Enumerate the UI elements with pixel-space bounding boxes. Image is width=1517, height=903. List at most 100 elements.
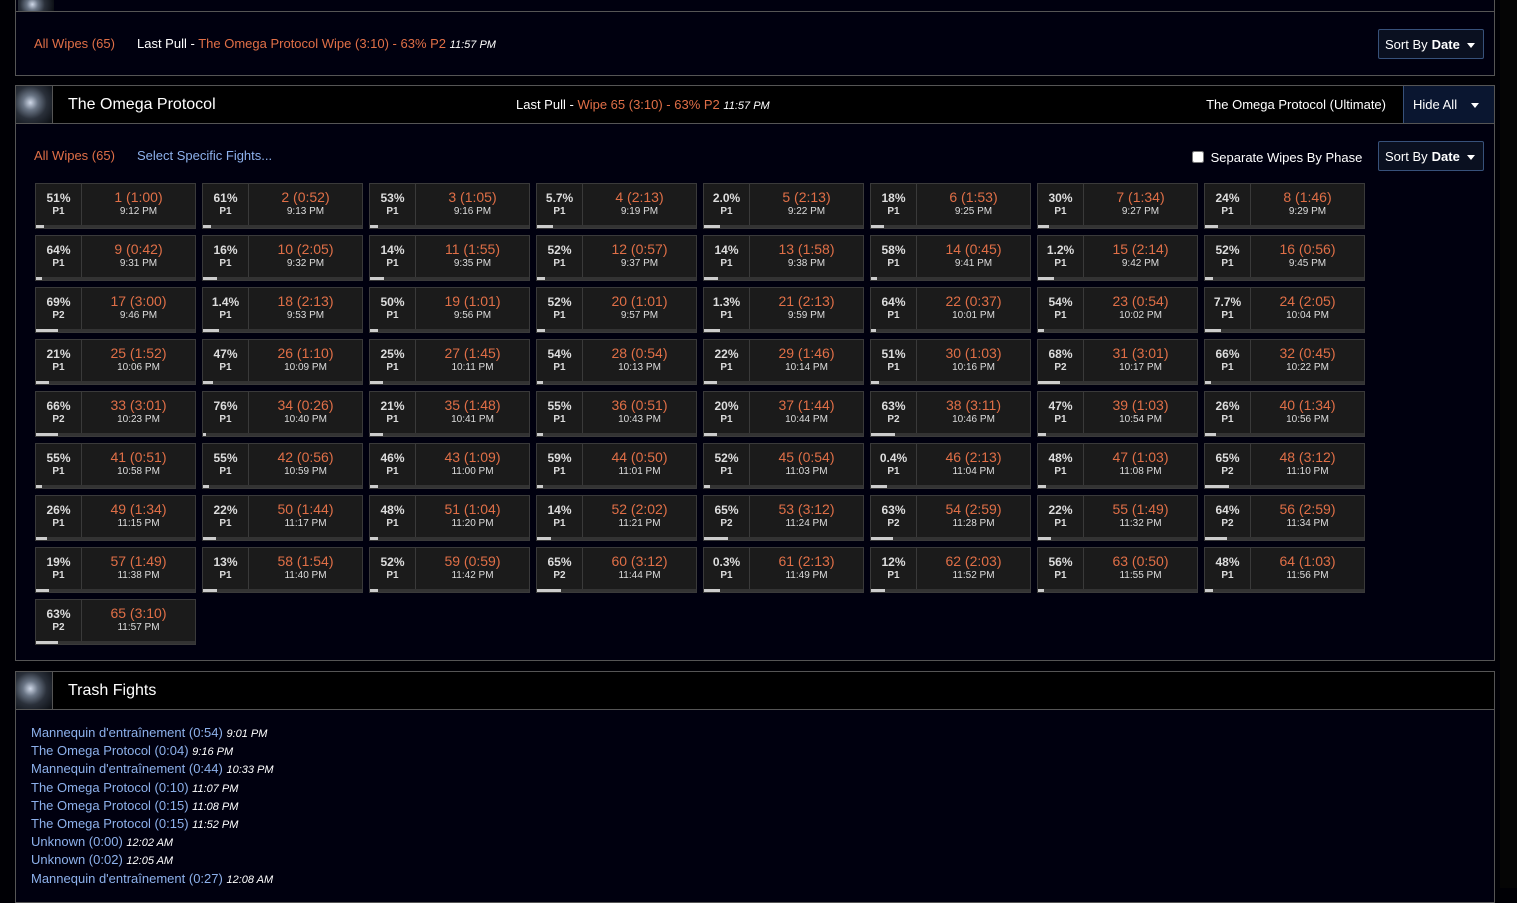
trash-fight-link[interactable]: Unknown (0:00) xyxy=(31,834,123,849)
fight-tile[interactable]: 65% P2 48 (3:12) 11:10 PM xyxy=(1204,443,1365,489)
fight-tile[interactable]: 69% P2 17 (3:00) 9:46 PM xyxy=(35,287,196,333)
fight-progress-track xyxy=(1205,277,1364,280)
fight-tile[interactable]: 51% P1 1 (1:00) 9:12 PM xyxy=(35,183,196,229)
fight-tile[interactable]: 59% P1 44 (0:50) 11:01 PM xyxy=(536,443,697,489)
fight-tile[interactable]: 65% P2 53 (3:12) 11:24 PM xyxy=(703,495,864,541)
fight-tile[interactable]: 55% P1 41 (0:51) 10:58 PM xyxy=(35,443,196,489)
trash-fight-link[interactable]: The Omega Protocol (0:04) xyxy=(31,743,189,758)
fight-tile[interactable]: 65% P2 60 (3:12) 11:44 PM xyxy=(536,547,697,593)
fight-tile[interactable]: 52% P1 45 (0:54) 11:03 PM xyxy=(703,443,864,489)
fight-time: 10:58 PM xyxy=(117,466,160,477)
fight-tile[interactable]: 5.7% P1 4 (2:13) 9:19 PM xyxy=(536,183,697,229)
fight-time: 9:29 PM xyxy=(1288,206,1327,217)
last-pull-link[interactable]: Wipe 65 (3:10) - 63% P2 xyxy=(577,97,719,112)
fight-tile[interactable]: 46% P1 43 (1:09) 11:00 PM xyxy=(369,443,530,489)
fight-info-cell: 14 (0:45) 9:41 PM xyxy=(917,236,1030,278)
fight-info-cell: 35 (1:48) 10:41 PM xyxy=(416,392,529,434)
fight-tile[interactable]: 63% P2 54 (2:59) 11:28 PM xyxy=(870,495,1031,541)
fight-tile[interactable]: 0.3% P1 61 (2:13) 11:49 PM xyxy=(703,547,864,593)
trash-fight-link[interactable]: Mannequin d'entraînement (0:44) xyxy=(31,761,223,776)
fight-tile[interactable]: 20% P1 37 (1:44) 10:44 PM xyxy=(703,391,864,437)
fight-tile[interactable]: 22% P1 55 (1:49) 11:32 PM xyxy=(1037,495,1198,541)
fight-tile[interactable]: 14% P1 52 (2:02) 11:21 PM xyxy=(536,495,697,541)
fight-tile[interactable]: 52% P1 59 (0:59) 11:42 PM xyxy=(369,547,530,593)
fight-tile[interactable]: 21% P1 25 (1:52) 10:06 PM xyxy=(35,339,196,385)
fight-tile[interactable]: 55% P1 36 (0:51) 10:43 PM xyxy=(536,391,697,437)
fight-tile[interactable]: 19% P1 57 (1:49) 11:38 PM xyxy=(35,547,196,593)
trash-fight-link[interactable]: Mannequin d'entraînement (0:54) xyxy=(31,725,223,740)
fight-tile[interactable]: 24% P1 8 (1:46) 9:29 PM xyxy=(1204,183,1365,229)
fight-tile[interactable]: 22% P1 29 (1:46) 10:14 PM xyxy=(703,339,864,385)
fight-percent: 22% xyxy=(213,503,238,517)
fight-tile[interactable]: 1.3% P1 21 (2:13) 9:59 PM xyxy=(703,287,864,333)
fight-tile[interactable]: 22% P1 50 (1:44) 11:17 PM xyxy=(202,495,363,541)
fight-tile[interactable]: 30% P1 7 (1:34) 9:27 PM xyxy=(1037,183,1198,229)
fight-time: 9:37 PM xyxy=(620,258,659,269)
all-wipes-link[interactable]: All Wipes (65) xyxy=(34,36,115,51)
fight-tile[interactable]: 48% P1 64 (1:03) 11:56 PM xyxy=(1204,547,1365,593)
fight-phase: P1 xyxy=(553,518,566,529)
fight-tile[interactable]: 7.7% P1 24 (2:05) 10:04 PM xyxy=(1204,287,1365,333)
fight-tile[interactable]: 54% P1 28 (0:54) 10:13 PM xyxy=(536,339,697,385)
fight-tile[interactable]: 1.2% P1 15 (2:14) 9:42 PM xyxy=(1037,235,1198,281)
fight-tile[interactable]: 64% P2 56 (2:59) 11:34 PM xyxy=(1204,495,1365,541)
fight-tile[interactable]: 12% P1 62 (2:03) 11:52 PM xyxy=(870,547,1031,593)
last-pull-link[interactable]: The Omega Protocol Wipe (3:10) - 63% P2 xyxy=(198,36,446,51)
fight-tile[interactable]: 18% P1 6 (1:53) 9:25 PM xyxy=(870,183,1031,229)
scrollbar-track[interactable] xyxy=(1500,0,1517,888)
trash-fight-link[interactable]: The Omega Protocol (0:15) xyxy=(31,816,189,831)
fight-tile[interactable]: 64% P1 9 (0:42) 9:31 PM xyxy=(35,235,196,281)
hide-all-button[interactable]: Hide All xyxy=(1403,86,1494,123)
fight-percent-cell: 26% P1 xyxy=(1205,392,1251,434)
fight-tile[interactable]: 52% P1 16 (0:56) 9:45 PM xyxy=(1204,235,1365,281)
fight-tile[interactable]: 61% P1 2 (0:52) 9:13 PM xyxy=(202,183,363,229)
fight-tile[interactable]: 68% P2 31 (3:01) 10:17 PM xyxy=(1037,339,1198,385)
fight-tile[interactable]: 47% P1 26 (1:10) 10:09 PM xyxy=(202,339,363,385)
fight-tile[interactable]: 14% P1 13 (1:58) 9:38 PM xyxy=(703,235,864,281)
separate-wipes-toggle[interactable]: Separate Wipes By Phase xyxy=(1192,150,1362,165)
trash-fight-link[interactable]: The Omega Protocol (0:15) xyxy=(31,798,189,813)
fight-tile[interactable]: 48% P1 51 (1:04) 11:20 PM xyxy=(369,495,530,541)
fight-tile[interactable]: 2.0% P1 5 (2:13) 9:22 PM xyxy=(703,183,864,229)
fight-info-cell: 37 (1:44) 10:44 PM xyxy=(750,392,863,434)
fight-tile[interactable]: 14% P1 11 (1:55) 9:35 PM xyxy=(369,235,530,281)
fight-tile[interactable]: 47% P1 39 (1:03) 10:54 PM xyxy=(1037,391,1198,437)
fight-tile[interactable]: 58% P1 14 (0:45) 9:41 PM xyxy=(870,235,1031,281)
fight-tile[interactable]: 54% P1 23 (0:54) 10:02 PM xyxy=(1037,287,1198,333)
fight-tile[interactable]: 76% P1 34 (0:26) 10:40 PM xyxy=(202,391,363,437)
fight-tile[interactable]: 50% P1 19 (1:01) 9:56 PM xyxy=(369,287,530,333)
sort-by-button[interactable]: Sort By Date xyxy=(1378,141,1484,171)
fight-tile[interactable]: 16% P1 10 (2:05) 9:32 PM xyxy=(202,235,363,281)
fight-tile[interactable]: 64% P1 22 (0:37) 10:01 PM xyxy=(870,287,1031,333)
fight-tile[interactable]: 66% P1 32 (0:45) 10:22 PM xyxy=(1204,339,1365,385)
fight-tile[interactable]: 66% P2 33 (3:01) 10:23 PM xyxy=(35,391,196,437)
fight-tile[interactable]: 53% P1 3 (1:05) 9:16 PM xyxy=(369,183,530,229)
separate-wipes-checkbox[interactable] xyxy=(1192,151,1204,163)
fight-tile[interactable]: 51% P1 30 (1:03) 10:16 PM xyxy=(870,339,1031,385)
fight-tile[interactable]: 63% P2 38 (3:11) 10:46 PM xyxy=(870,391,1031,437)
fight-tile[interactable]: 1.4% P1 18 (2:13) 9:53 PM xyxy=(202,287,363,333)
fight-tile[interactable]: 52% P1 12 (0:57) 9:37 PM xyxy=(536,235,697,281)
fight-tile[interactable]: 63% P2 65 (3:10) 11:57 PM xyxy=(35,599,196,645)
fight-number: 1 (1:00) xyxy=(114,189,163,205)
select-specific-fights-link[interactable]: Select Specific Fights... xyxy=(137,148,272,163)
trash-fight-link[interactable]: Unknown (0:02) xyxy=(31,852,123,867)
trash-fight-link[interactable]: Mannequin d'entraînement (0:27) xyxy=(31,871,223,886)
fight-tile[interactable]: 56% P1 63 (0:50) 11:55 PM xyxy=(1037,547,1198,593)
sort-by-button[interactable]: Sort By Date xyxy=(1378,29,1484,59)
fight-tile[interactable]: 25% P1 27 (1:45) 10:11 PM xyxy=(369,339,530,385)
fight-percent-cell: 58% P1 xyxy=(871,236,917,278)
fight-progress-fill xyxy=(871,433,895,436)
fight-tile[interactable]: 26% P1 49 (1:34) 11:15 PM xyxy=(35,495,196,541)
fight-tile[interactable]: 21% P1 35 (1:48) 10:41 PM xyxy=(369,391,530,437)
fight-tile[interactable]: 52% P1 20 (1:01) 9:57 PM xyxy=(536,287,697,333)
chevron-down-icon xyxy=(1466,155,1475,161)
fight-tile[interactable]: 0.4% P1 46 (2:13) 11:04 PM xyxy=(870,443,1031,489)
all-wipes-link[interactable]: All Wipes (65) xyxy=(34,148,115,163)
fight-tile[interactable]: 55% P1 42 (0:56) 10:59 PM xyxy=(202,443,363,489)
trash-fight-link[interactable]: The Omega Protocol (0:10) xyxy=(31,780,189,795)
fight-tile[interactable]: 48% P1 47 (1:03) 11:08 PM xyxy=(1037,443,1198,489)
fight-tile[interactable]: 26% P1 40 (1:34) 10:56 PM xyxy=(1204,391,1365,437)
fight-tile[interactable]: 13% P1 58 (1:54) 11:40 PM xyxy=(202,547,363,593)
fight-phase: P1 xyxy=(887,362,900,373)
